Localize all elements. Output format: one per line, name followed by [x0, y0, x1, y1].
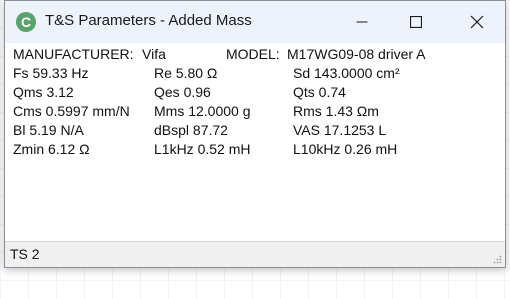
param-row: Fs 59.33 Hz Re 5.80 Ω Sd 143.0000 cm² — [5, 64, 505, 83]
param-re: Re 5.80 Ω — [154, 65, 218, 81]
status-text: TS 2 — [10, 246, 40, 262]
status-bar: TS 2 — [5, 242, 505, 267]
close-button[interactable] — [453, 1, 501, 43]
minimize-icon — [356, 21, 368, 23]
header-row: MANUFACTURER: Vifa MODEL: M17WG09-08 dri… — [5, 45, 505, 64]
minimize-button[interactable] — [338, 1, 386, 43]
param-fs: Fs 59.33 Hz — [13, 65, 89, 81]
param-bl: Bl 5.19 N/A — [13, 122, 84, 138]
maximize-icon — [410, 16, 422, 28]
window-title: T&S Parameters - Added Mass — [45, 12, 252, 29]
ts-parameters-window: C T&S Parameters - Added Mass MANUFACTUR… — [4, 0, 506, 268]
param-qms: Qms 3.12 — [13, 84, 74, 100]
param-sd: Sd 143.0000 cm² — [293, 65, 400, 81]
app-logo-letter: C — [20, 14, 32, 30]
param-rms: Rms 1.43 Ωm — [293, 103, 379, 119]
param-row: Cms 0.5997 mm/N Mms 12.0000 g Rms 1.43 Ω… — [5, 102, 505, 121]
title-bar[interactable]: C T&S Parameters - Added Mass — [5, 1, 505, 43]
param-cms: Cms 0.5997 mm/N — [13, 103, 130, 119]
close-icon — [470, 15, 484, 29]
resize-grip-icon[interactable] — [492, 254, 502, 264]
param-qts: Qts 0.74 — [293, 84, 346, 100]
manufacturer-label: MANUFACTURER: — [13, 46, 134, 62]
param-l1khz: L1kHz 0.52 mH — [154, 141, 251, 157]
param-vas: VAS 17.1253 L — [293, 122, 387, 138]
param-dbspl: dBspl 87.72 — [154, 122, 228, 138]
param-zmin: Zmin 6.12 Ω — [13, 141, 90, 157]
maximize-button[interactable] — [392, 1, 440, 43]
param-row: Bl 5.19 N/A dBspl 87.72 VAS 17.1253 L — [5, 121, 505, 140]
param-qes: Qes 0.96 — [154, 84, 211, 100]
param-row: Zmin 6.12 Ω L1kHz 0.52 mH L10kHz 0.26 mH — [5, 140, 505, 159]
param-l10khz: L10kHz 0.26 mH — [293, 141, 398, 157]
app-logo-icon: C — [16, 12, 36, 32]
manufacturer-value: Vifa — [142, 46, 166, 62]
parameters-panel: MANUFACTURER: Vifa MODEL: M17WG09-08 dri… — [5, 43, 505, 241]
param-mms: Mms 12.0000 g — [154, 103, 251, 119]
param-row: Qms 3.12 Qes 0.96 Qts 0.74 — [5, 83, 505, 102]
model-label: MODEL: — [226, 46, 280, 62]
model-value: M17WG09-08 driver A — [287, 46, 426, 62]
